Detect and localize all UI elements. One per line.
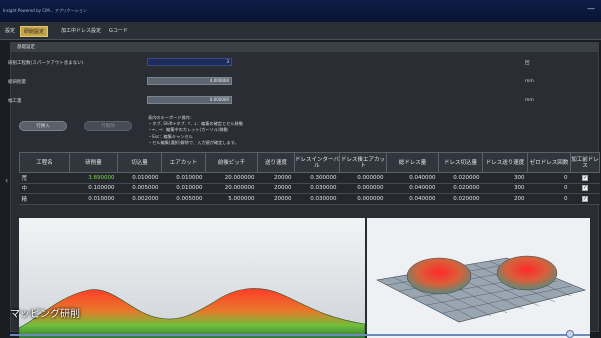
surface-3d-plot xyxy=(367,218,590,338)
process-name-cell[interactable]: 中 xyxy=(19,183,70,194)
table-cell[interactable]: 20000 xyxy=(257,193,295,205)
width-amount-unit: mm xyxy=(525,98,534,103)
table-header-row: 工程名 研削量 切込量 エアカット 前後ピッチ 送り速度 ドレスインターバル ド… xyxy=(19,152,600,173)
table-cell[interactable]: 0.030000 xyxy=(294,193,340,205)
column-header[interactable]: ドレス切込量 xyxy=(438,152,483,173)
table-cell[interactable]: 200 xyxy=(482,193,528,205)
keyboard-help: 表内のキーボード操作： ・タブ, Shift+タブ, ↑, ↓：編集の確定とセル… xyxy=(148,115,243,146)
view-slider-track[interactable] xyxy=(10,334,590,336)
profile-plot xyxy=(19,218,365,338)
table-cell[interactable]: 300 xyxy=(482,183,528,194)
table-cell[interactable]: 0.005000 xyxy=(117,183,162,194)
table-cell[interactable]: 0 xyxy=(527,172,571,184)
delete-row-button[interactable]: 行削除 xyxy=(84,121,132,131)
pre-dress-checkbox[interactable]: ✓ xyxy=(582,195,588,202)
table-cell[interactable]: 0.000000 xyxy=(339,183,387,194)
column-header[interactable]: 研削量 xyxy=(69,152,118,173)
table-cell[interactable]: 20.000000 xyxy=(205,172,258,184)
table-row[interactable]: 中 0.100000 0.005000 0.010000 20.000000 2… xyxy=(19,183,600,194)
view-slider-thumb[interactable] xyxy=(566,330,574,338)
table-cell[interactable]: 20000 xyxy=(257,172,295,184)
table-cell[interactable]: 0.010000 xyxy=(69,193,118,205)
column-header[interactable]: 加工前ドレス xyxy=(570,152,600,173)
surface-peak xyxy=(496,255,558,291)
table-cell[interactable]: 0.020000 xyxy=(438,172,483,184)
table-cell[interactable]: 0.300000 xyxy=(294,172,340,184)
width-amount-label: 幅工量 xyxy=(8,99,22,104)
column-header[interactable]: 工程名 xyxy=(19,152,70,173)
table-cell[interactable]: 0.100000 xyxy=(69,183,118,194)
table-cell[interactable]: 5.000000 xyxy=(205,193,258,205)
insert-row-button[interactable]: 行挿入 xyxy=(19,121,67,131)
surface-peak xyxy=(406,257,472,295)
column-header[interactable]: 切込量 xyxy=(117,152,162,173)
column-header[interactable]: ゼロドレス回数 xyxy=(527,152,571,173)
column-header[interactable]: 前後ピッチ xyxy=(205,152,258,173)
process-count-unit: 回 xyxy=(525,61,530,66)
process-name-cell[interactable]: 精 xyxy=(19,193,70,205)
table-cell[interactable]: 0.010000 xyxy=(161,172,206,184)
table-cell[interactable]: 0 xyxy=(527,183,571,194)
profile-view xyxy=(19,218,365,338)
table-cell[interactable]: 3.890000 xyxy=(69,172,118,184)
table-cell[interactable]: 0.040000 xyxy=(386,172,439,184)
table-cell[interactable]: 300 xyxy=(482,172,528,184)
table-cell[interactable]: 20000 xyxy=(257,183,295,194)
total-grind-label: 総研削量 xyxy=(8,80,26,85)
table-cell[interactable]: 0.002000 xyxy=(117,193,162,205)
table-cell[interactable]: 0.020000 xyxy=(438,183,483,194)
tab-in-process-dress[interactable]: 加工中ドレス設定 xyxy=(58,26,104,37)
table-cell[interactable]: 0.010000 xyxy=(161,183,206,194)
help-line: ・セル編集(選択)解除で、入力値が確定します。 xyxy=(148,139,239,145)
surface-3d-view xyxy=(367,218,590,338)
table-cell[interactable]: 0.005000 xyxy=(161,193,206,205)
process-table: 工程名 研削量 切込量 エアカット 前後ピッチ 送り速度 ドレスインターバル ド… xyxy=(19,152,600,205)
mapping-grinding-caption: マッピング研削 xyxy=(10,309,80,320)
scroll-left-icon[interactable]: ‹ xyxy=(5,176,8,185)
column-header[interactable]: エアカット xyxy=(161,152,206,173)
tab-settings[interactable]: 設定 xyxy=(2,26,18,37)
pre-dress-checkbox[interactable]: ✓ xyxy=(582,185,588,192)
total-grind-input[interactable]: 4.000000 xyxy=(147,77,232,85)
process-count-input[interactable]: 3 xyxy=(147,58,232,66)
width-amount-input[interactable]: 0.000000 xyxy=(147,96,232,104)
table-cell[interactable]: 0.010000 xyxy=(117,172,162,184)
column-header[interactable]: ドレス後エアカット xyxy=(339,152,387,173)
window-title: Insight Powered by CIM... アプリケーション xyxy=(3,8,87,13)
tab-gcode[interactable]: Gコード xyxy=(106,26,131,37)
table-row[interactable]: 精 0.010000 0.002000 0.005000 5.000000 20… xyxy=(19,193,600,205)
total-grind-unit: mm xyxy=(525,79,534,84)
table-cell[interactable]: 0.030000 xyxy=(294,183,340,194)
table-cell[interactable]: 0.040000 xyxy=(386,183,439,194)
tab-grinding-settings[interactable]: 研削設定 xyxy=(20,26,49,37)
table-cell[interactable]: 0 xyxy=(527,193,571,205)
table-cell[interactable]: 0.000000 xyxy=(339,193,387,205)
column-header[interactable]: 送り速度 xyxy=(257,152,295,173)
title-bar: Insight Powered by CIM... アプリケーション — xyxy=(0,0,601,22)
pre-dress-checkbox[interactable]: ✓ xyxy=(582,174,588,181)
table-cell[interactable]: 20.000000 xyxy=(205,183,258,194)
table-cell[interactable]: 0.020000 xyxy=(438,193,483,205)
table-cell[interactable]: 0.040000 xyxy=(386,193,439,205)
process-name-cell[interactable]: 荒 xyxy=(19,172,70,184)
tab-bar: 設定 研削設定 加工中ドレス設定 Gコード xyxy=(0,22,601,40)
table-row[interactable]: 荒 3.890000 0.010000 0.010000 20.000000 2… xyxy=(19,172,600,184)
process-count-label: 研削工程数(スパークアウト含まない) xyxy=(8,61,84,66)
table-cell[interactable]: 0.000000 xyxy=(339,172,387,184)
column-header[interactable]: ドレス送り速度 xyxy=(482,152,528,173)
panel-header: 基礎設定 xyxy=(11,43,598,52)
minimize-icon[interactable]: — xyxy=(587,4,595,13)
column-header[interactable]: 総ドレス量 xyxy=(386,152,439,173)
column-header[interactable]: ドレスインターバル xyxy=(294,152,340,173)
